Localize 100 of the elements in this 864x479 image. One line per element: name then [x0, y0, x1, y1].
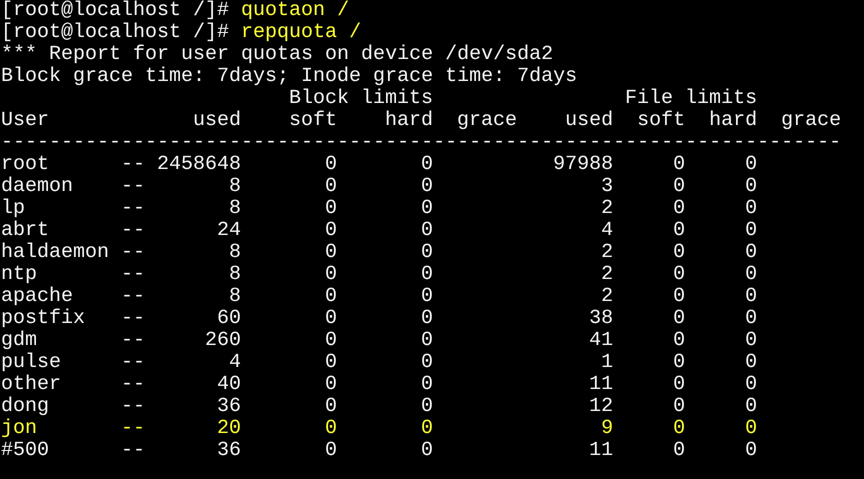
table-cell-text: 36 [216, 396, 242, 418]
table-cell-text: 0 [420, 330, 434, 352]
table-cell-text: 0 [744, 352, 758, 374]
column-header: hard [708, 110, 758, 132]
table-cell-text: 4 [600, 220, 614, 242]
table-cell-text: 0 [420, 374, 434, 396]
table-cell-text: 2 [600, 198, 614, 220]
table-cell-text: pulse [1, 352, 62, 374]
table-cell-text: 0 [324, 242, 338, 264]
column-header: soft [636, 110, 686, 132]
table-cell-text: 0 [420, 396, 434, 418]
table-cell-text: 0 [744, 220, 758, 242]
table-cell-text: 0 [672, 264, 686, 286]
table-cell-text: 0 [420, 308, 434, 330]
table-cell-text: 40 [216, 374, 242, 396]
shell-prompt: [root@localhost /]# [1, 21, 230, 44]
table-cell-text: 0 [744, 330, 758, 352]
table-cell-text: 0 [744, 154, 758, 176]
table-cell-text: 0 [324, 286, 338, 308]
table-cell-text: 0 [324, 396, 338, 418]
table-cell: -- [121, 396, 146, 418]
table-cell-text: 0 [672, 308, 686, 330]
table-cell-text: 2458648 [156, 154, 242, 176]
table-cell-text: 0 [420, 440, 434, 462]
column-header: grace [456, 110, 518, 132]
report-line: Block grace time: 7days; Inode grace time: 7days [1, 66, 578, 88]
table-cell-text: 0 [324, 154, 338, 176]
table-cell-text: 0 [420, 264, 434, 286]
table-cell-text: 0 [672, 396, 686, 418]
table-cell-text: 0 [324, 198, 338, 220]
table-cell-text: 24 [216, 220, 242, 242]
table-cell-text: 0 [672, 176, 686, 198]
table-cell-text: 260 [204, 330, 242, 352]
table-cell-text: haldaemon [1, 242, 110, 264]
table-cell-text: 0 [324, 330, 338, 352]
table-cell-text: dong [1, 396, 50, 418]
column-header: hard [384, 110, 434, 132]
table-cell: -- [121, 154, 146, 176]
table-cell-text: lp [1, 198, 26, 220]
table-cell-text: #500 [1, 440, 50, 462]
table-cell-text: 0 [420, 176, 434, 198]
table-cell-text: jon [1, 418, 38, 440]
table-cell: -- [121, 242, 146, 264]
column-group-header: Block limits [288, 88, 434, 110]
table-cell-text: 0 [672, 242, 686, 264]
table-cell-text: 0 [324, 440, 338, 462]
table-cell-text: 36 [216, 440, 242, 462]
column-group-header: File limits [624, 88, 758, 110]
table-cell-text: 20 [216, 418, 242, 440]
column-header: User [1, 110, 50, 132]
table-cell-text: 0 [672, 220, 686, 242]
table-cell-text: 8 [228, 242, 242, 264]
table-cell-text: 0 [744, 440, 758, 462]
table-cell-text: 3 [600, 176, 614, 198]
shell-prompt: [root@localhost /]# [1, 0, 230, 22]
table-cell: -- [121, 374, 146, 396]
table-cell-text: other [1, 374, 62, 396]
table-cell-text: 60 [216, 308, 242, 330]
table-cell-text: 0 [324, 374, 338, 396]
table-cell-text: 0 [672, 374, 686, 396]
table-cell-text: 0 [672, 154, 686, 176]
report-line: *** Report for user quotas on device /dev/sda2 [1, 44, 554, 66]
table-cell-text: daemon [1, 176, 74, 198]
table-cell-text: 0 [672, 286, 686, 308]
table-cell-text: 0 [672, 352, 686, 374]
table-cell-text: 0 [324, 176, 338, 198]
table-cell-text: 8 [228, 198, 242, 220]
table-cell-text: 0 [420, 198, 434, 220]
table-cell-text: gdm [1, 330, 38, 352]
table-cell-text: 41 [588, 330, 614, 352]
table-cell-text: 0 [420, 352, 434, 374]
table-cell-text: 0 [324, 418, 338, 440]
table-cell-text: 11 [588, 440, 614, 462]
table-cell-text: 0 [744, 418, 758, 440]
table-cell-text: 0 [324, 220, 338, 242]
table-cell-text: 11 [588, 374, 614, 396]
table-cell-text: abrt [1, 220, 50, 242]
table-cell-text: 4 [228, 352, 242, 374]
table-cell-text: 0 [744, 264, 758, 286]
table-cell-text: 0 [744, 396, 758, 418]
table-cell: -- [121, 440, 146, 462]
column-header: used [192, 110, 242, 132]
table-cell-text: 12 [588, 396, 614, 418]
table-cell-text: 9 [600, 418, 614, 440]
table-cell-text: 0 [672, 440, 686, 462]
column-header: grace [780, 110, 842, 132]
command-text: repquota / [241, 21, 362, 44]
table-cell-text: 97988 [552, 154, 614, 176]
table-cell-text: 0 [420, 418, 434, 440]
table-cell-text: ntp [1, 264, 38, 286]
separator-line: ---------------------------------------------------------------------- [1, 132, 842, 154]
table-cell: -- [121, 220, 146, 242]
column-header: soft [288, 110, 338, 132]
table-cell: -- [121, 176, 146, 198]
table-cell-text: apache [1, 286, 74, 308]
table-cell-text: 0 [420, 220, 434, 242]
table-cell-text: 0 [324, 308, 338, 330]
table-cell-text: 1 [600, 352, 614, 374]
table-cell-text: 0 [744, 374, 758, 396]
table-cell: -- [121, 308, 146, 330]
